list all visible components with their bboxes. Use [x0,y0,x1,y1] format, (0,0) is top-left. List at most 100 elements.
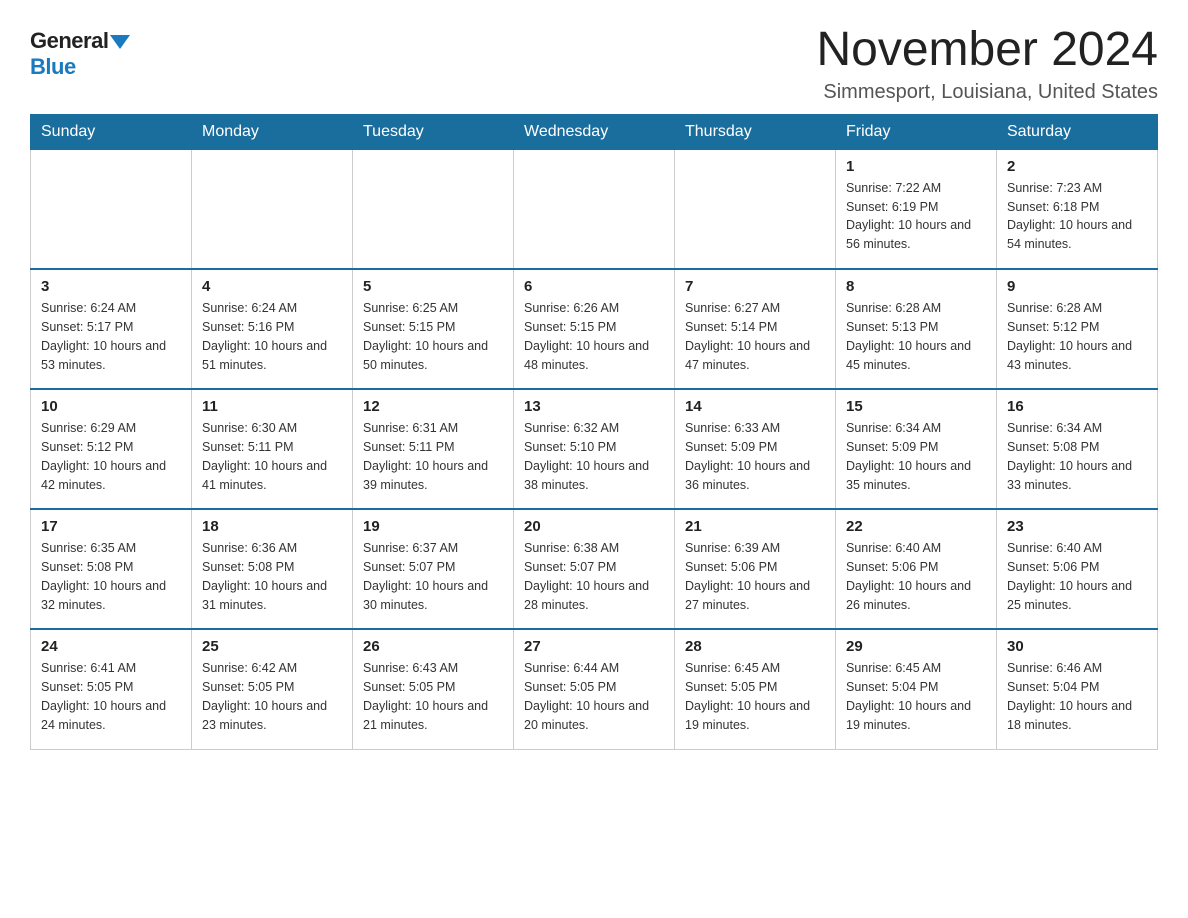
calendar-cell: 17 Sunrise: 6:35 AM Sunset: 5:08 PM Dayli… [31,509,192,629]
day-number: 10 [41,398,181,415]
day-info: Sunrise: 6:43 AM Sunset: 5:05 PM Dayligh… [363,659,503,734]
logo-line2: Blue [30,54,76,80]
weekday-header-tuesday: Tuesday [353,114,514,149]
day-info: Sunrise: 6:33 AM Sunset: 5:09 PM Dayligh… [685,419,825,494]
day-info: Sunrise: 6:24 AM Sunset: 5:17 PM Dayligh… [41,299,181,374]
week-row-3: 10 Sunrise: 6:29 AM Sunset: 5:12 PM Dayli… [31,389,1158,509]
day-number: 11 [202,398,342,415]
day-info: Sunrise: 7:23 AM Sunset: 6:18 PM Dayligh… [1007,179,1147,254]
day-number: 13 [524,398,664,415]
calendar-cell: 11 Sunrise: 6:30 AM Sunset: 5:11 PM Dayli… [192,389,353,509]
day-number: 24 [41,638,181,655]
day-number: 19 [363,518,503,535]
weekday-header-thursday: Thursday [675,114,836,149]
calendar-cell: 25 Sunrise: 6:42 AM Sunset: 5:05 PM Dayli… [192,629,353,749]
day-number: 17 [41,518,181,535]
calendar-cell: 18Sunrise: 6:36 AM Sunset: 5:08 PM Dayli… [192,509,353,629]
calendar-cell: 24 Sunrise: 6:41 AM Sunset: 5:05 PM Dayli… [31,629,192,749]
day-info: Sunrise: 6:34 AM Sunset: 5:09 PM Dayligh… [846,419,986,494]
calendar-cell: 13 Sunrise: 6:32 AM Sunset: 5:10 PM Dayli… [514,389,675,509]
day-number: 15 [846,398,986,415]
logo-triangle-icon [110,35,130,49]
day-number: 2 [1007,158,1147,175]
day-number: 16 [1007,398,1147,415]
calendar-cell [192,149,353,269]
calendar-cell: 7 Sunrise: 6:27 AM Sunset: 5:14 PM Daylig… [675,269,836,389]
calendar-cell: 8Sunrise: 6:28 AM Sunset: 5:13 PM Daylig… [836,269,997,389]
calendar-cell: 12 Sunrise: 6:31 AM Sunset: 5:11 PM Dayli… [353,389,514,509]
day-info: Sunrise: 6:29 AM Sunset: 5:12 PM Dayligh… [41,419,181,494]
day-info: Sunrise: 6:35 AM Sunset: 5:08 PM Dayligh… [41,539,181,614]
weekday-header-sunday: Sunday [31,114,192,149]
calendar-table: SundayMondayTuesdayWednesdayThursdayFrid… [30,114,1158,750]
day-number: 4 [202,278,342,295]
day-number: 22 [846,518,986,535]
weekday-header-saturday: Saturday [997,114,1158,149]
calendar-cell: 29 Sunrise: 6:45 AM Sunset: 5:04 PM Dayli… [836,629,997,749]
calendar-cell: 2 Sunrise: 7:23 AM Sunset: 6:18 PM Daylig… [997,149,1158,269]
day-info: Sunrise: 6:25 AM Sunset: 5:15 PM Dayligh… [363,299,503,374]
calendar-cell: 27 Sunrise: 6:44 AM Sunset: 5:05 PM Dayli… [514,629,675,749]
day-number: 25 [202,638,342,655]
day-info: Sunrise: 6:41 AM Sunset: 5:05 PM Dayligh… [41,659,181,734]
day-info: Sunrise: 7:22 AM Sunset: 6:19 PM Dayligh… [846,179,986,254]
day-info: Sunrise: 6:37 AM Sunset: 5:07 PM Dayligh… [363,539,503,614]
day-info: Sunrise: 6:30 AM Sunset: 5:11 PM Dayligh… [202,419,342,494]
calendar-cell [514,149,675,269]
calendar-cell: 28 Sunrise: 6:45 AM Sunset: 5:05 PM Dayli… [675,629,836,749]
calendar-cell: 21 Sunrise: 6:39 AM Sunset: 5:06 PM Dayli… [675,509,836,629]
day-number: 21 [685,518,825,535]
day-number: 14 [685,398,825,415]
day-number: 3 [41,278,181,295]
calendar-cell: 26Sunrise: 6:43 AM Sunset: 5:05 PM Dayli… [353,629,514,749]
calendar-cell [31,149,192,269]
calendar-cell: 10 Sunrise: 6:29 AM Sunset: 5:12 PM Dayli… [31,389,192,509]
day-number: 5 [363,278,503,295]
day-number: 9 [1007,278,1147,295]
day-number: 8 [846,278,986,295]
day-number: 12 [363,398,503,415]
day-info: Sunrise: 6:46 AM Sunset: 5:04 PM Dayligh… [1007,659,1147,734]
calendar-cell: 23Sunrise: 6:40 AM Sunset: 5:06 PM Dayli… [997,509,1158,629]
day-info: Sunrise: 6:34 AM Sunset: 5:08 PM Dayligh… [1007,419,1147,494]
calendar-cell: 3 Sunrise: 6:24 AM Sunset: 5:17 PM Daylig… [31,269,192,389]
logo-line1: General [30,28,130,54]
day-info: Sunrise: 6:44 AM Sunset: 5:05 PM Dayligh… [524,659,664,734]
day-number: 27 [524,638,664,655]
calendar-cell [675,149,836,269]
page-header: General Blue November 2024 Simmesport, L… [30,24,1158,104]
weekday-header-monday: Monday [192,114,353,149]
day-number: 1 [846,158,986,175]
day-info: Sunrise: 6:32 AM Sunset: 5:10 PM Dayligh… [524,419,664,494]
calendar-title-area: November 2024 Simmesport, Louisiana, Uni… [816,24,1158,104]
day-info: Sunrise: 6:39 AM Sunset: 5:06 PM Dayligh… [685,539,825,614]
day-number: 30 [1007,638,1147,655]
calendar-cell: 6Sunrise: 6:26 AM Sunset: 5:15 PM Daylig… [514,269,675,389]
calendar-cell [353,149,514,269]
calendar-cell: 20 Sunrise: 6:38 AM Sunset: 5:07 PM Dayli… [514,509,675,629]
day-info: Sunrise: 6:26 AM Sunset: 5:15 PM Dayligh… [524,299,664,374]
day-info: Sunrise: 6:40 AM Sunset: 5:06 PM Dayligh… [846,539,986,614]
location-title: Simmesport, Louisiana, United States [816,81,1158,104]
day-number: 7 [685,278,825,295]
logo-general: General [30,28,108,53]
month-title: November 2024 [816,24,1158,77]
day-info: Sunrise: 6:45 AM Sunset: 5:05 PM Dayligh… [685,659,825,734]
day-info: Sunrise: 6:31 AM Sunset: 5:11 PM Dayligh… [363,419,503,494]
day-number: 28 [685,638,825,655]
calendar-cell: 16 Sunrise: 6:34 AM Sunset: 5:08 PM Dayli… [997,389,1158,509]
day-number: 23 [1007,518,1147,535]
day-info: Sunrise: 6:42 AM Sunset: 5:05 PM Dayligh… [202,659,342,734]
logo-blue: Blue [30,54,76,79]
logo: General Blue [30,24,130,80]
calendar-cell: 14 Sunrise: 6:33 AM Sunset: 5:09 PM Dayli… [675,389,836,509]
day-info: Sunrise: 6:27 AM Sunset: 5:14 PM Dayligh… [685,299,825,374]
calendar-cell: 9Sunrise: 6:28 AM Sunset: 5:12 PM Daylig… [997,269,1158,389]
day-number: 29 [846,638,986,655]
day-info: Sunrise: 6:45 AM Sunset: 5:04 PM Dayligh… [846,659,986,734]
day-number: 20 [524,518,664,535]
weekday-header-friday: Friday [836,114,997,149]
day-info: Sunrise: 6:38 AM Sunset: 5:07 PM Dayligh… [524,539,664,614]
weekday-header-row: SundayMondayTuesdayWednesdayThursdayFrid… [31,114,1158,149]
calendar-cell: 30 Sunrise: 6:46 AM Sunset: 5:04 PM Dayli… [997,629,1158,749]
